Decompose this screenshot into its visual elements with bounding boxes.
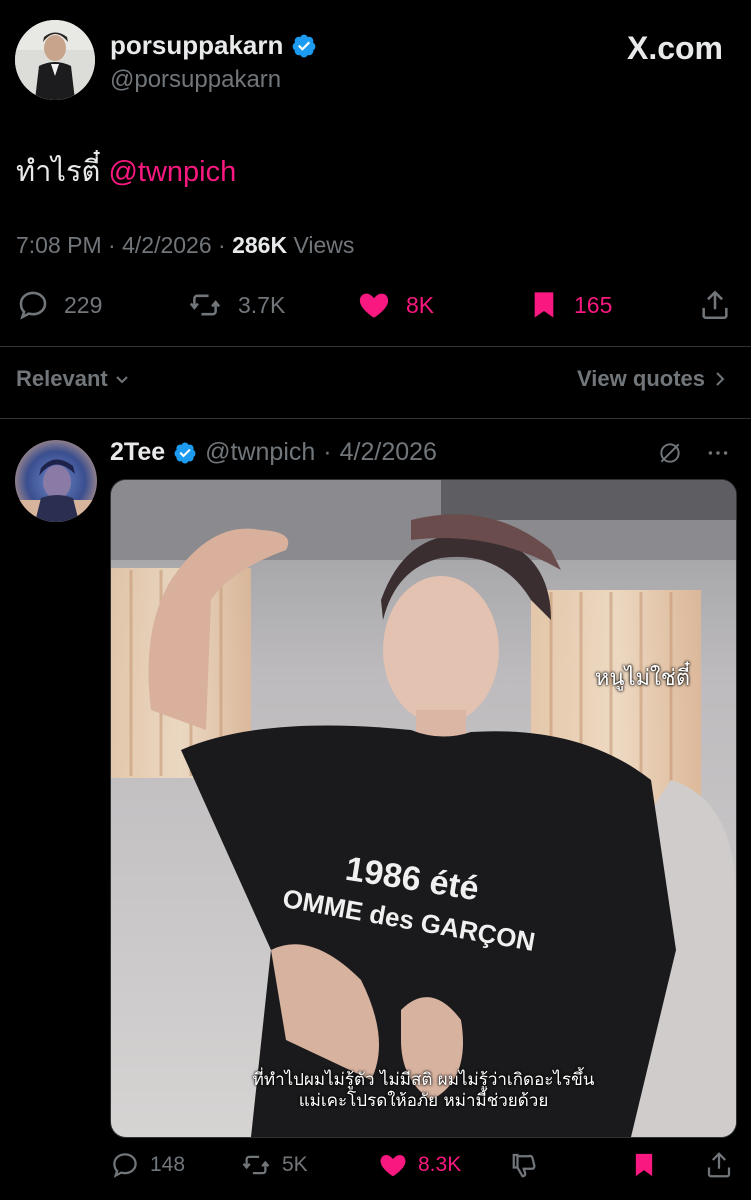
- view-quotes-label: View quotes: [577, 366, 705, 391]
- reply-handle[interactable]: @twnpich: [205, 438, 315, 467]
- bookmark-icon: [534, 292, 554, 318]
- chevron-right-icon: [716, 372, 725, 386]
- reply-repost-count: 5K: [282, 1153, 308, 1176]
- bookmark-count: 165: [574, 291, 613, 318]
- more-icon[interactable]: [705, 440, 731, 466]
- media-caption-bottom: ที่ทำไปผมไม่รู้ตัว ไม่มีสติ ผมไม่รู้ว่าเ…: [111, 1070, 736, 1112]
- reply-top-icons: [657, 440, 731, 466]
- reply-avatar[interactable]: [15, 440, 97, 522]
- heart-icon: [359, 293, 389, 318]
- separator-dot: ·: [323, 438, 332, 466]
- verified-badge-icon: [292, 34, 316, 57]
- photo-illustration: [111, 480, 736, 1137]
- heart-icon: [380, 1155, 406, 1177]
- reply-count: 229: [64, 291, 103, 318]
- reply-icon: [113, 1153, 137, 1178]
- share-button[interactable]: [698, 288, 732, 322]
- media-caption-line2: แม่เคะโปรดให้อภัย หม่ามี้ช่วยด้วย: [298, 1091, 549, 1111]
- like-count: 8K: [406, 291, 435, 318]
- reply-button[interactable]: 229: [16, 288, 102, 322]
- divider: [0, 346, 751, 347]
- tweet-date[interactable]: 4/2/2026: [122, 232, 212, 258]
- tweet-text: ทำไรตี๋ @twnpich: [16, 148, 236, 194]
- reply-reply-button[interactable]: 148: [110, 1150, 185, 1180]
- tweet-body: ทำไรตี๋: [16, 156, 101, 188]
- like-button[interactable]: 8K: [356, 288, 434, 322]
- author-name-row[interactable]: porsuppakarn: [110, 30, 317, 61]
- share-icon: [707, 1152, 731, 1178]
- verified-badge-icon: [174, 442, 196, 463]
- x-logo-icon: X.com: [627, 30, 723, 67]
- reply-bookmark-button[interactable]: [630, 1150, 658, 1180]
- tweet-actions: 229 3.7K 8K 165: [16, 284, 736, 328]
- author-handle[interactable]: @porsuppakarn: [110, 66, 281, 94]
- mention-link[interactable]: @twnpich: [108, 156, 236, 188]
- chevron-down-icon: [116, 376, 128, 384]
- reply-media-image[interactable]: 1986 été OMME des GARÇON หนูไม่ใช่ตี๋ ที…: [110, 479, 737, 1138]
- views-label: Views: [293, 232, 355, 258]
- brand-label: X.com: [626, 30, 723, 66]
- repost-icon: [189, 294, 221, 316]
- share-icon: [702, 290, 728, 320]
- reply-header: 2Tee @twnpich · 4/2/2026: [110, 438, 437, 467]
- reply-display-name[interactable]: 2Tee: [110, 438, 165, 467]
- media-caption-top: หนูไม่ใช่ตี๋: [594, 666, 690, 691]
- author-display-name[interactable]: porsuppakarn: [110, 30, 283, 61]
- reply-like-count: 8.3K: [418, 1153, 462, 1176]
- grok-icon[interactable]: [657, 440, 683, 466]
- sort-label: Relevant: [16, 366, 108, 391]
- reply-icon: [19, 291, 47, 320]
- bookmark-button[interactable]: 165: [528, 288, 612, 322]
- reply-date[interactable]: 4/2/2026: [340, 438, 437, 467]
- reply-actions: 148 5K 8.3K: [110, 1148, 740, 1188]
- author-avatar[interactable]: [15, 20, 95, 100]
- view-quotes-link[interactable]: View quotes: [577, 366, 727, 392]
- views-count: 286K: [232, 232, 288, 258]
- sort-dropdown[interactable]: Relevant: [16, 366, 130, 392]
- repost-count: 3.7K: [238, 291, 286, 318]
- dislike-icon: [512, 1153, 536, 1178]
- dislike-button[interactable]: [510, 1150, 540, 1180]
- reply-repost-button[interactable]: 5K: [240, 1150, 308, 1180]
- reply-reply-count: 148: [150, 1153, 186, 1176]
- tweet-time[interactable]: 7:08 PM: [16, 232, 102, 258]
- reply-share-button[interactable]: [704, 1150, 734, 1180]
- reply-like-button[interactable]: 8.3K: [378, 1150, 461, 1180]
- divider: [0, 418, 751, 419]
- tweet-meta: 7:08 PM · 4/2/2026 · 286K Views: [16, 232, 355, 258]
- repost-button[interactable]: 3.7K: [186, 288, 285, 322]
- media-caption-line1: ที่ทำไปผมไม่รู้ตัว ไม่มีสติ ผมไม่รู้ว่าเ…: [252, 1070, 595, 1090]
- repost-icon: [242, 1155, 270, 1175]
- bookmark-icon: [635, 1153, 653, 1177]
